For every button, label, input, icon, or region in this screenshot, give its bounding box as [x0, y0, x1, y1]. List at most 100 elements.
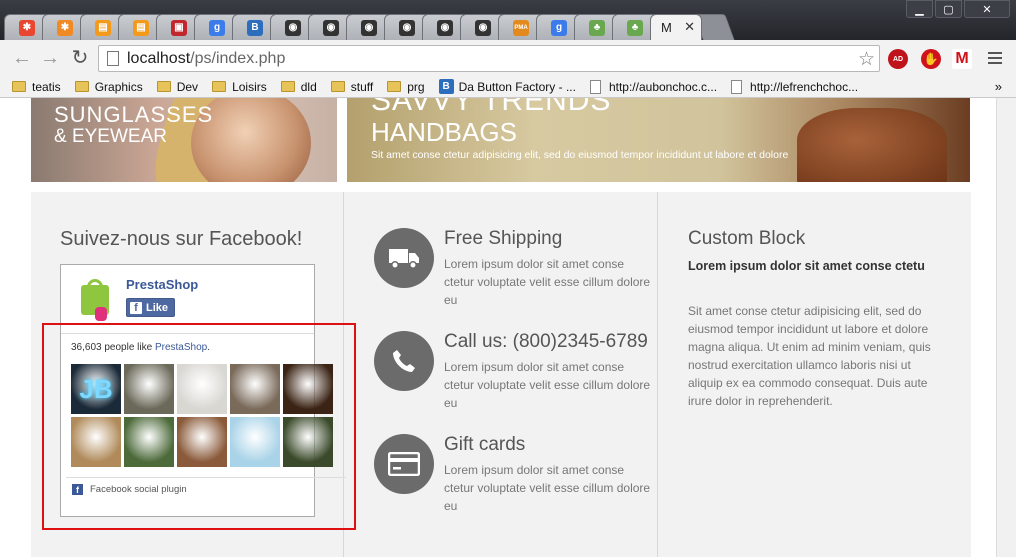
reload-icon[interactable]: ↻	[70, 48, 90, 68]
facebook-column: Suivez-nous sur Facebook! PrestaShop f Li…	[31, 192, 346, 557]
eye-icon: ◉	[361, 19, 377, 36]
banner-handbags-heading: SAVVY TRENDS	[371, 98, 612, 117]
facebook-fan-avatar[interactable]: JB	[71, 364, 121, 414]
extension-abp-icon[interactable]: AD	[888, 49, 908, 69]
phone-icon	[374, 331, 434, 391]
gmail-icon[interactable]: M	[952, 49, 972, 69]
facebook-like-box: PrestaShop f Like 36,603 people like Pres…	[60, 264, 346, 517]
banner-sunglasses-title: SUNGLASSES	[54, 102, 214, 127]
custom-block-strong: Lorem ipsum dolor sit amet conse ctetu	[688, 259, 925, 273]
banner-sunglasses[interactable]: SUNGLASSES & EYEWEAR	[31, 98, 337, 182]
bookmark-item[interactable]: dld	[280, 79, 317, 94]
facebook-fan-avatar[interactable]	[124, 417, 174, 467]
facebook-fan-avatar[interactable]	[177, 364, 227, 414]
like-count-end: .	[207, 342, 211, 353]
facebook-plugin-label: Facebook social plugin	[90, 484, 187, 495]
facebook-fan-avatar[interactable]	[283, 364, 333, 414]
bookmark-star-icon[interactable]: ☆	[858, 48, 875, 71]
bookmark-label: Loisirs	[232, 79, 267, 94]
bookmark-item[interactable]: Graphics	[74, 80, 143, 94]
service-title: Call us: (800)2345-6789	[444, 331, 648, 352]
b-icon: B	[438, 79, 454, 94]
service-title: Free Shipping	[444, 228, 563, 249]
bookmark-label: teatis	[32, 79, 61, 94]
google-icon: g	[551, 19, 567, 36]
bookmark-label: stuff	[350, 79, 374, 94]
active-tab-label: M	[661, 20, 672, 35]
browser-toolbar: ← → ↻ localhost/ps/index.php ☆ AD ✋ M	[0, 40, 1016, 76]
facebook-plugin-footer[interactable]: f Facebook social plugin	[72, 484, 187, 495]
close-window-button[interactable]: ✕	[964, 0, 1010, 18]
leaf-icon: ♣	[627, 19, 643, 36]
package-icon: ▤	[133, 19, 149, 36]
facebook-like-count: 36,603 people like PrestaShop.	[71, 342, 210, 353]
active-tab[interactable]: M ✕	[650, 14, 702, 40]
custom-block-column: Custom Block Lorem ipsum dolor sit amet …	[658, 192, 971, 557]
prestashop-logo-icon[interactable]	[81, 279, 111, 321]
bookmark-item[interactable]: http://lefrenchchoc...	[731, 79, 859, 94]
facebook-f-icon: f	[130, 301, 142, 314]
custom-block-title: Custom Block	[688, 228, 806, 249]
close-tab-icon[interactable]: ✕	[684, 19, 695, 35]
pma-icon: PMA	[513, 19, 529, 36]
folder-icon	[280, 81, 295, 92]
joomla-icon: ✱	[19, 19, 35, 36]
maximize-button[interactable]: ▢	[935, 0, 962, 18]
bookmark-label: prg	[407, 79, 425, 94]
facebook-fan-avatar[interactable]	[283, 417, 333, 467]
custom-block-text: Sit amet conse ctetur adipisicing elit, …	[688, 304, 931, 408]
facebook-page-name[interactable]: PrestaShop	[126, 277, 198, 292]
avatar-initials: JB	[79, 373, 113, 404]
services-column: Free Shipping Lorem ipsum dolor sit amet…	[344, 192, 658, 557]
window-controls: ▁ ▢ ✕	[906, 0, 1010, 18]
facebook-title: Suivez-nous sur Facebook!	[60, 228, 303, 250]
facebook-fan-avatar[interactable]	[230, 417, 280, 467]
minimize-button[interactable]: ▁	[906, 0, 933, 18]
bookmarks-bar: teatis Graphics Dev Loisirs dld stuff prg B Da B…	[0, 76, 1016, 98]
facebook-like-button[interactable]: f Like	[126, 298, 175, 317]
bookmark-item[interactable]: teatis	[12, 80, 61, 94]
facebook-fan-avatar[interactable]	[177, 417, 227, 467]
back-arrow-icon[interactable]: ←	[12, 48, 32, 68]
page-icon	[107, 51, 119, 66]
truck-icon	[374, 228, 434, 288]
folder-icon	[212, 81, 227, 92]
leaf-icon: ♣	[589, 19, 605, 36]
facebook-fan-avatar[interactable]	[71, 417, 121, 467]
url-host: localhost	[127, 50, 191, 67]
facebook-faces-grid: JB	[71, 364, 336, 467]
bookmark-item[interactable]: http://aubonchoc.c...	[589, 79, 718, 94]
footer-block: Suivez-nous sur Facebook! PrestaShop f Li…	[31, 192, 971, 557]
banner-bag-shape	[797, 108, 947, 182]
bookmark-label: http://aubonchoc.c...	[608, 79, 718, 94]
joomla-icon: ✱	[57, 19, 73, 36]
address-bar[interactable]: localhost/ps/index.php ☆	[98, 45, 880, 72]
bookmark-item[interactable]: Dev	[156, 80, 198, 94]
facebook-fan-avatar[interactable]	[124, 364, 174, 414]
bookmark-label: dld	[300, 79, 317, 94]
like-label: Like	[146, 301, 169, 314]
vertical-scrollbar[interactable]	[996, 98, 1016, 557]
extension-stop-icon[interactable]: ✋	[921, 49, 941, 69]
bookmarks-more-icon[interactable]: »	[995, 79, 1002, 94]
menu-icon[interactable]	[988, 52, 1002, 67]
like-count-page-link[interactable]: PrestaShop	[155, 342, 207, 353]
bookmark-item[interactable]: B Da Button Factory - ...	[438, 79, 576, 94]
bookmark-item[interactable]: stuff	[330, 79, 374, 94]
forward-arrow-icon[interactable]: →	[40, 48, 60, 68]
eye-icon: ◉	[437, 19, 453, 36]
package-icon: ▤	[95, 19, 111, 36]
folder-icon	[330, 81, 345, 92]
bookmark-label: http://lefrenchchoc...	[750, 79, 859, 94]
credit-card-icon	[374, 434, 434, 494]
banner-sunglasses-subtitle: & EYEWEAR	[54, 126, 167, 147]
like-count-text: 36,603 people like	[71, 342, 155, 353]
facebook-fan-avatar[interactable]	[230, 364, 280, 414]
bookmark-item[interactable]: Loisirs	[212, 80, 267, 94]
eye-icon: ◉	[475, 19, 491, 36]
service-text: Lorem ipsum dolor sit amet conse ctetur …	[444, 360, 651, 410]
eye-icon: ◉	[285, 19, 301, 36]
bookmark-item[interactable]: prg	[387, 79, 425, 94]
banner-handbags[interactable]: SAVVY TRENDS HANDBAGS Sit amet conse cte…	[347, 98, 970, 182]
url-text[interactable]: localhost/ps/index.php	[127, 50, 285, 68]
